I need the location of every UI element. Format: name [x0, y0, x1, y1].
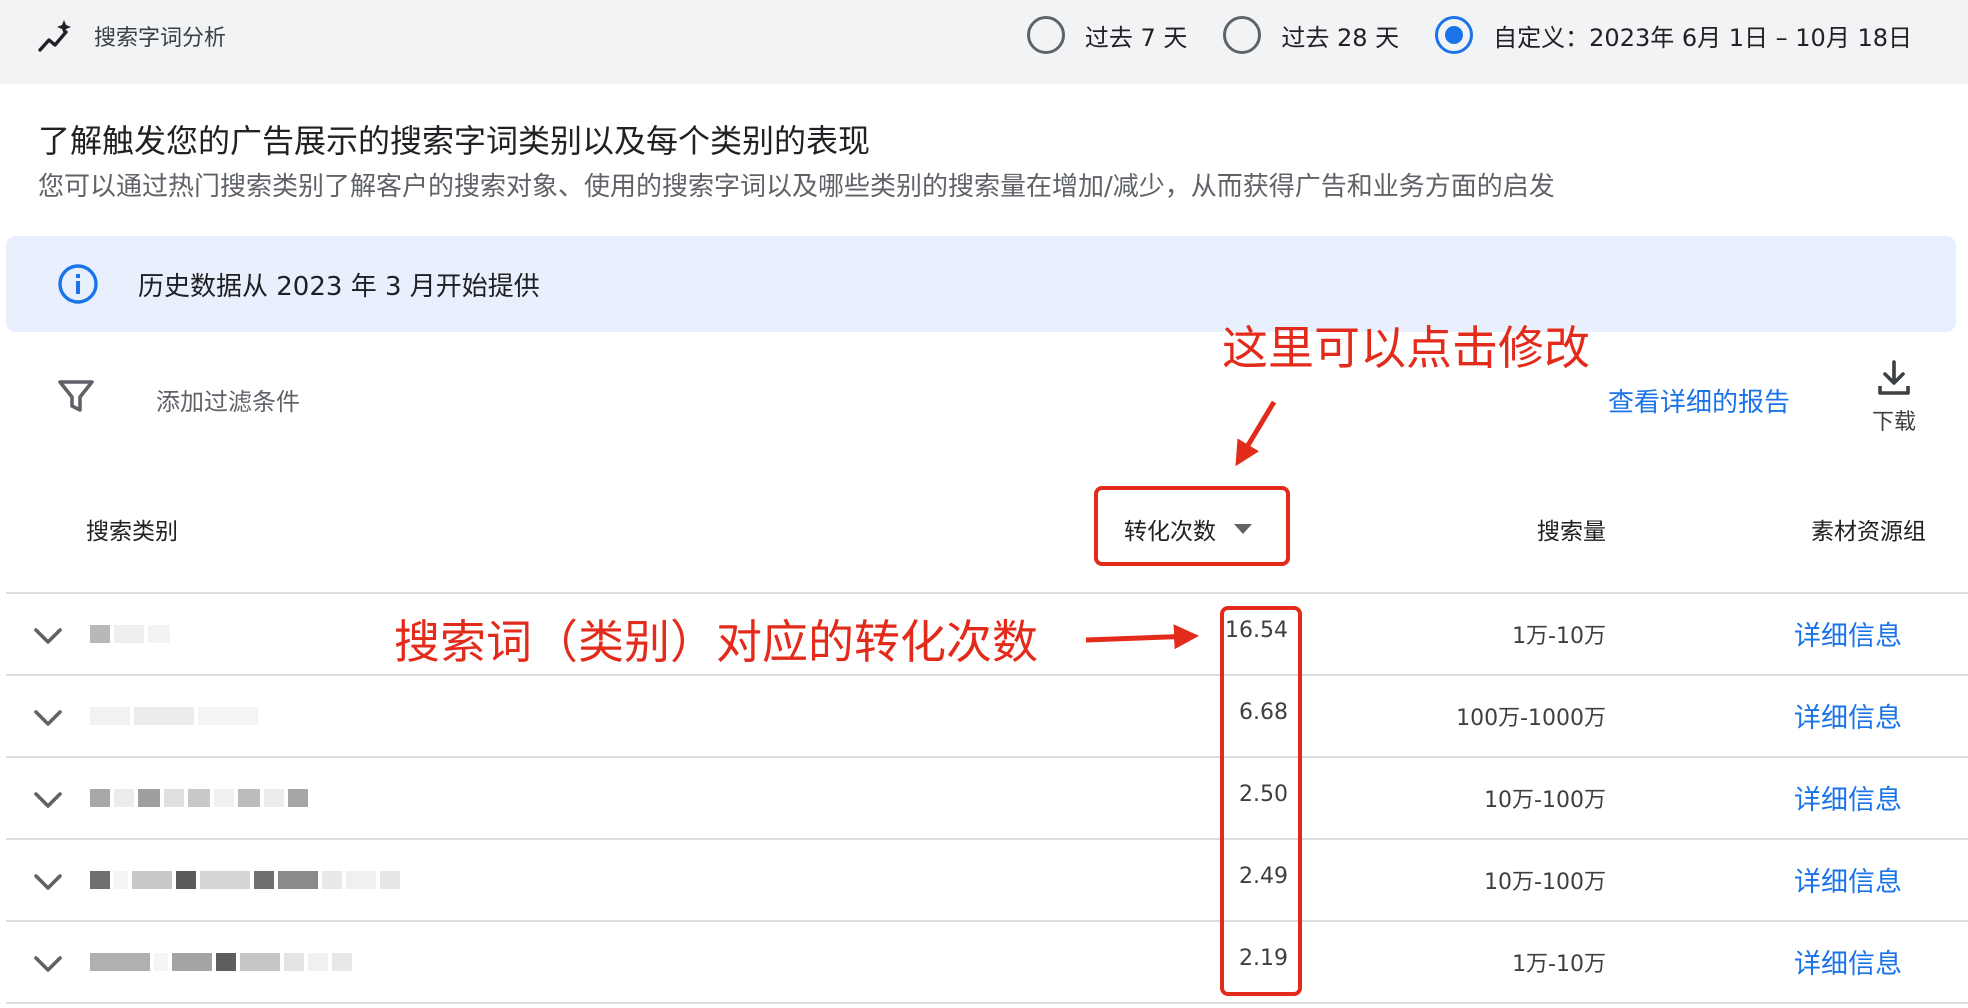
annotation-note-edit: 这里可以点击修改: [1222, 312, 1590, 378]
radio-button-selected[interactable]: [1435, 16, 1473, 54]
radio-button[interactable]: [1223, 16, 1261, 54]
info-banner: 历史数据从 2023 年 3 月开始提供: [6, 236, 1956, 332]
top-bar: 搜索字词分析 过去 7 天 过去 28 天 自定义：2023年 6月 1日 – …: [0, 0, 1968, 84]
details-link[interactable]: 详细信息: [1794, 696, 1902, 735]
insights-sparkle-icon: [36, 18, 74, 56]
info-icon: [56, 262, 100, 306]
filter-icon[interactable]: [56, 376, 96, 416]
add-filter-button[interactable]: 添加过滤条件: [156, 382, 300, 417]
table-row: 2.49 10万-100万 详细信息: [6, 840, 1968, 922]
chevron-down-icon[interactable]: [28, 944, 68, 984]
annotation-highlight-column: [1220, 606, 1302, 996]
search-volume-value: 100万-1000万: [1456, 700, 1606, 732]
chevron-down-icon[interactable]: [28, 698, 68, 738]
search-volume-value: 10万-100万: [1484, 864, 1606, 896]
redacted-category-name: [90, 780, 312, 816]
annotation-note-conversions: 搜索词（类别）对应的转化次数: [394, 606, 1038, 672]
download-button[interactable]: 下载: [1862, 358, 1926, 436]
column-header-category: 搜索类别: [86, 512, 178, 546]
search-volume-value: 1万-10万: [1512, 946, 1606, 978]
table-row: 6.68 100万-1000万 详细信息: [6, 676, 1968, 758]
date-range-selector: 过去 7 天 过去 28 天 自定义：2023年 6月 1日 – 10月 18日: [991, 12, 1912, 58]
chevron-down-icon[interactable]: [28, 862, 68, 902]
redacted-category-name: [90, 698, 262, 734]
chevron-down-icon[interactable]: [28, 780, 68, 820]
radio-label: 过去 7 天: [1085, 18, 1188, 53]
page-title: 搜索字词分析: [94, 20, 226, 52]
view-detailed-report-link[interactable]: 查看详细的报告: [1608, 382, 1790, 419]
details-link[interactable]: 详细信息: [1794, 614, 1902, 653]
redacted-category-name: [90, 944, 356, 980]
redacted-category-name: [90, 862, 404, 898]
chevron-down-icon[interactable]: [28, 616, 68, 656]
section-heading: 了解触发您的广告展示的搜索字词类别以及每个类别的表现: [38, 116, 870, 162]
radio-label: 自定义：2023年 6月 1日 – 10月 18日: [1493, 18, 1912, 53]
range-option-28-days[interactable]: 过去 28 天: [1223, 16, 1399, 54]
details-link[interactable]: 详细信息: [1794, 778, 1902, 817]
details-link[interactable]: 详细信息: [1794, 942, 1902, 981]
radio-button[interactable]: [1027, 16, 1065, 54]
download-icon: [1874, 358, 1914, 398]
table-row: 2.19 1万-10万 详细信息: [6, 922, 1968, 1004]
banner-text: 历史数据从 2023 年 3 月开始提供: [138, 266, 540, 303]
search-volume-value: 1万-10万: [1512, 618, 1606, 650]
column-header-search-volume: 搜索量: [1537, 512, 1606, 546]
annotation-highlight-header: [1094, 486, 1290, 566]
column-header-asset-group: 素材资源组: [1811, 512, 1926, 546]
search-volume-value: 10万-100万: [1484, 782, 1606, 814]
arrow-down-icon: [1238, 402, 1274, 462]
download-label: 下载: [1862, 404, 1926, 436]
table-row: 2.50 10万-100万 详细信息: [6, 758, 1968, 840]
section-description: 您可以通过热门搜索类别了解客户的搜索对象、使用的搜索字词以及哪些类别的搜索量在增…: [38, 166, 1555, 203]
radio-label: 过去 28 天: [1281, 18, 1399, 53]
range-option-custom[interactable]: 自定义：2023年 6月 1日 – 10月 18日: [1435, 16, 1912, 54]
range-option-7-days[interactable]: 过去 7 天: [1027, 16, 1188, 54]
redacted-category-name: [90, 616, 174, 652]
details-link[interactable]: 详细信息: [1794, 860, 1902, 899]
